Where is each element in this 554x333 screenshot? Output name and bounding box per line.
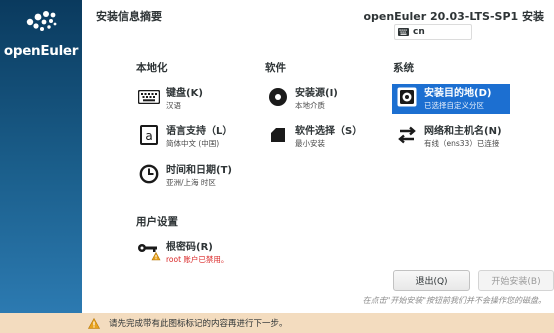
network-arrows-icon bbox=[395, 125, 419, 145]
spoke-root-title: 根密码(R) bbox=[166, 242, 213, 253]
key-warning-icon bbox=[137, 241, 161, 261]
spoke-source-status: 本地介质 bbox=[295, 101, 325, 110]
quit-button[interactable]: 退出(Q) bbox=[393, 270, 470, 291]
section-localization: 本地化 bbox=[136, 62, 168, 74]
product-title: openEuler 20.03-LTS-SP1 安装 bbox=[363, 10, 544, 23]
spoke-installation-destination[interactable]: 安装目的地(D) 已选择自定义分区 bbox=[392, 84, 510, 114]
spoke-software-status: 最小安装 bbox=[295, 139, 325, 148]
spoke-network-status: 有线（ens33）已连接 bbox=[424, 139, 500, 148]
openeuler-logo-icon bbox=[26, 11, 57, 31]
sidebar: openEuler bbox=[0, 0, 82, 313]
section-user-settings: 用户设置 bbox=[136, 216, 178, 228]
spoke-network-hostname[interactable]: 网络和主机名(N) 有线（ens33）已连接 bbox=[392, 122, 532, 152]
disk-hint: 在点击"开始安装"按钮前我们并不会操作您的磁盘。 bbox=[362, 296, 546, 305]
spoke-root-status: root 账户已禁用。 bbox=[166, 255, 229, 264]
section-software: 软件 bbox=[265, 62, 286, 74]
keyboard-layout-value: cn bbox=[413, 27, 425, 37]
clock-icon bbox=[137, 164, 161, 184]
keyboard-icon bbox=[398, 28, 409, 36]
spoke-keyboard[interactable]: 键盘(K) 汉语 bbox=[134, 84, 252, 114]
spoke-language-title: 语言支持（L） bbox=[166, 126, 233, 137]
spoke-software-title: 软件选择（S） bbox=[295, 126, 363, 137]
spoke-datetime-title: 时间和日期(T) bbox=[166, 165, 232, 176]
page-title: 安装信息摘要 bbox=[96, 10, 162, 23]
brand-name: openEuler bbox=[3, 43, 79, 59]
warning-bar: 请先完成带有此图标标记的内容再进行下一步。 bbox=[0, 313, 554, 333]
spoke-destination-title: 安装目的地(D) bbox=[424, 88, 492, 99]
warning-text: 请先完成带有此图标标记的内容再进行下一步。 bbox=[109, 319, 288, 329]
svg-text:a: a bbox=[145, 129, 152, 143]
section-system: 系统 bbox=[393, 62, 414, 74]
spoke-installation-source[interactable]: 安装源(I) 本地介质 bbox=[263, 84, 381, 114]
begin-installation-button[interactable]: 开始安装(B) bbox=[478, 270, 554, 291]
spoke-keyboard-status: 汉语 bbox=[166, 101, 181, 110]
hard-drive-icon bbox=[395, 87, 419, 107]
spoke-root-password[interactable]: 根密码(R) root 账户已禁用。 bbox=[134, 238, 264, 268]
warning-icon bbox=[88, 317, 100, 329]
spoke-language-status: 简体中文 (中国) bbox=[166, 139, 220, 148]
package-icon bbox=[266, 125, 290, 145]
spoke-software-selection[interactable]: 软件选择（S） 最小安装 bbox=[263, 122, 381, 152]
keyboard-icon bbox=[137, 87, 161, 107]
keyboard-layout-badge[interactable]: cn bbox=[394, 24, 472, 40]
spoke-network-title: 网络和主机名(N) bbox=[424, 126, 502, 137]
language-icon: a bbox=[137, 125, 161, 145]
disc-icon bbox=[266, 87, 290, 107]
spoke-source-title: 安装源(I) bbox=[295, 88, 338, 99]
spoke-datetime-status: 亚洲/上海 时区 bbox=[166, 178, 216, 187]
spoke-datetime[interactable]: 时间和日期(T) 亚洲/上海 时区 bbox=[134, 161, 252, 191]
spoke-language[interactable]: a 语言支持（L） 简体中文 (中国) bbox=[134, 122, 252, 152]
spoke-destination-status: 已选择自定义分区 bbox=[424, 101, 484, 110]
spoke-keyboard-title: 键盘(K) bbox=[166, 88, 203, 99]
